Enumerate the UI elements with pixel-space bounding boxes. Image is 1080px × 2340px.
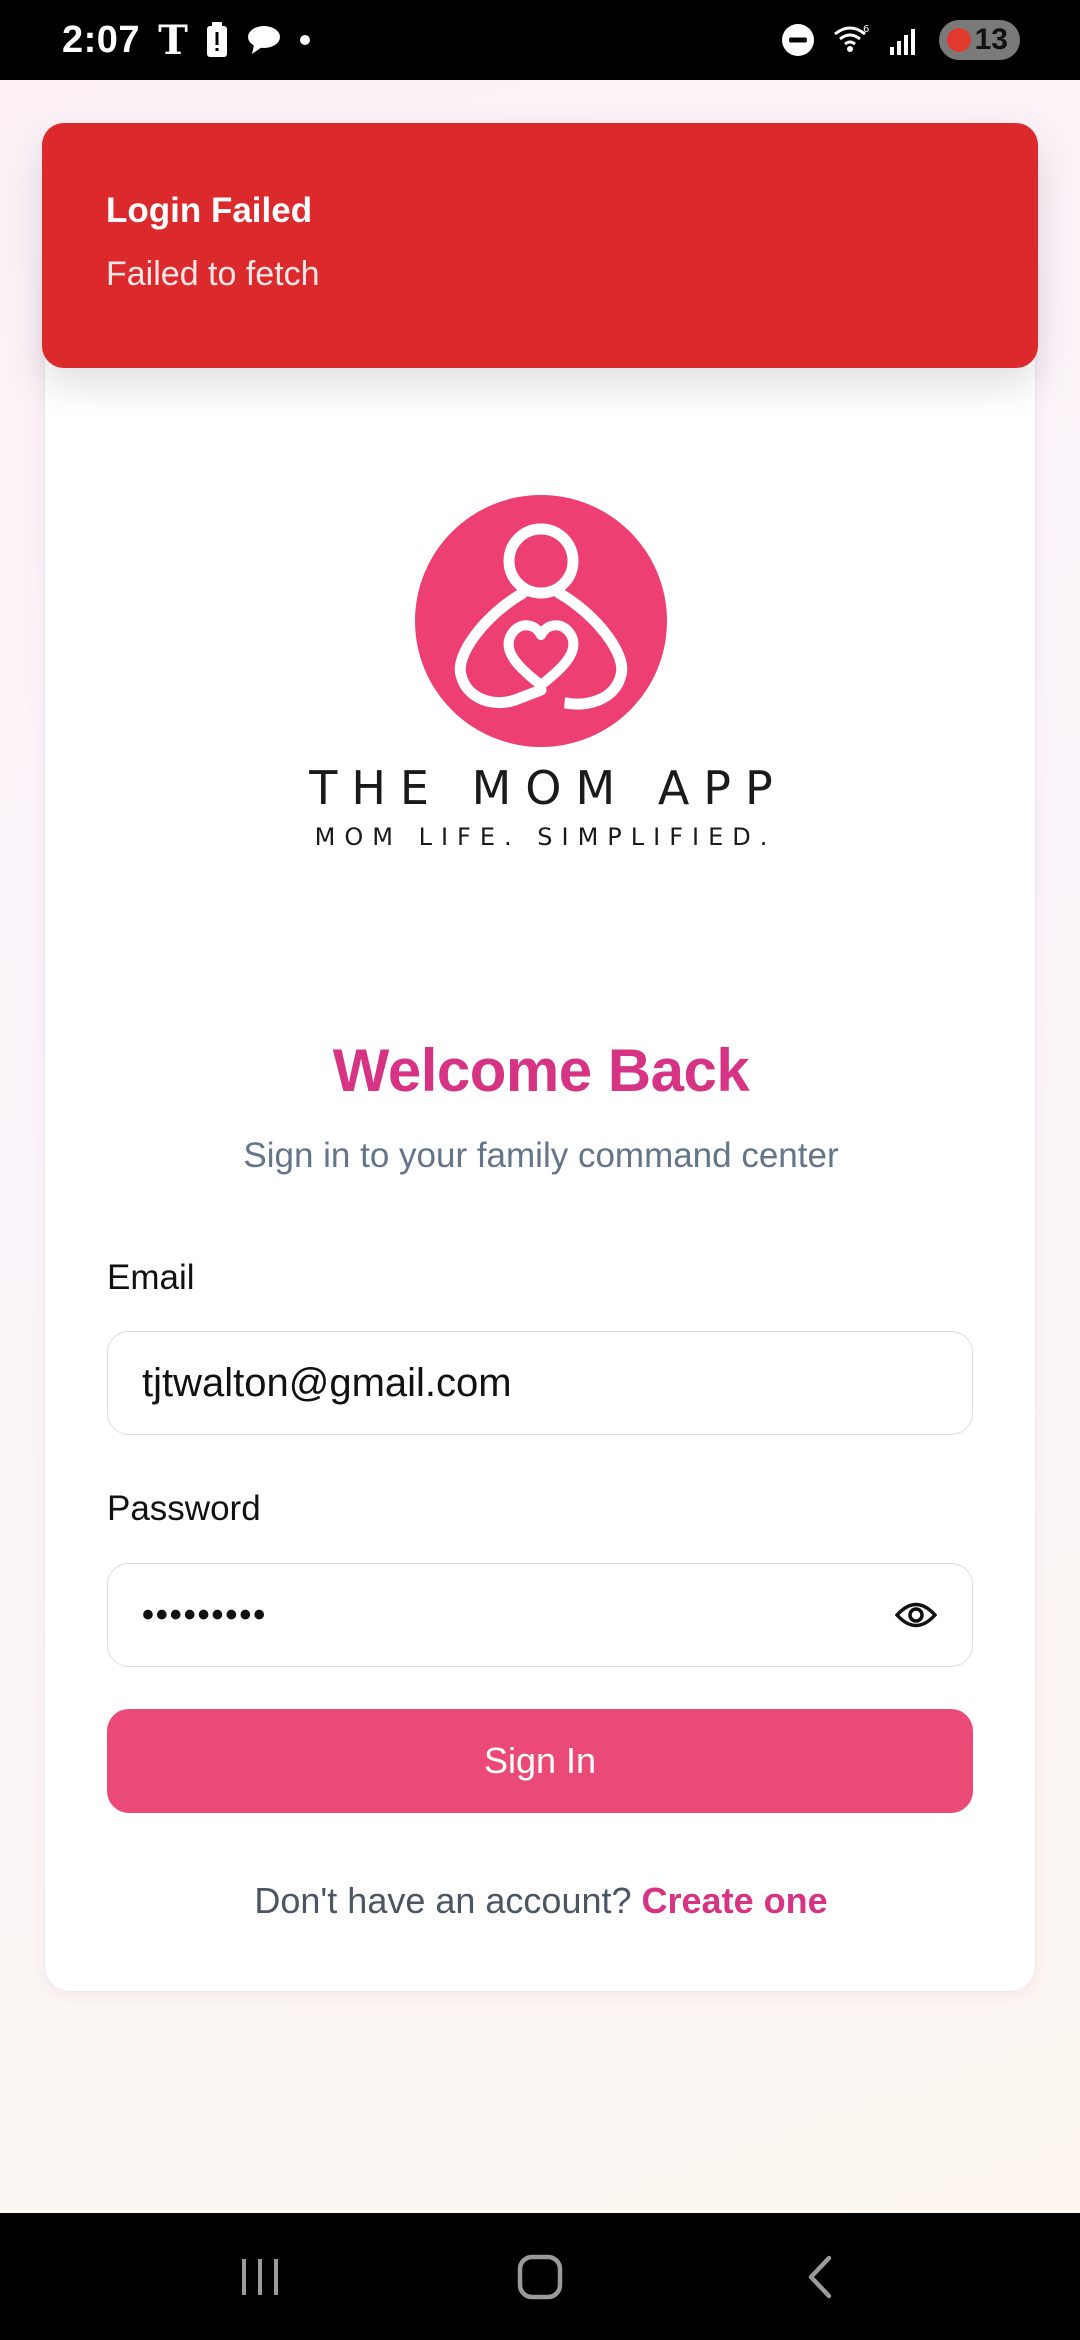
page-subtitle: Sign in to your family command center: [243, 1136, 839, 1175]
battery-icon: 13: [938, 20, 1020, 60]
show-password-eye-icon[interactable]: [894, 1593, 938, 1637]
back-icon[interactable]: [780, 2237, 860, 2317]
toast-title: Login Failed: [106, 191, 313, 230]
sign-in-button[interactable]: Sign In: [107, 1709, 973, 1813]
signal-icon: [889, 25, 921, 55]
svg-text:6: 6: [863, 24, 869, 35]
system-nav-bar: [0, 2213, 1080, 2340]
logo-title: THE MOM APP: [309, 761, 787, 815]
dot-icon: [299, 35, 310, 45]
dnd-icon: [781, 23, 815, 57]
status-time: 2:07: [62, 18, 141, 61]
password-field[interactable]: •••••••••: [107, 1563, 973, 1667]
create-account-link[interactable]: Create one: [642, 1880, 828, 1921]
signup-prompt-text: Don't have an account?: [254, 1880, 632, 1921]
error-toast[interactable]: Login Failed Failed to fetch: [42, 123, 1038, 368]
recents-icon[interactable]: [220, 2237, 300, 2317]
battery-saver-icon: [946, 28, 971, 52]
email-label: Email: [107, 1258, 195, 1297]
password-label: Password: [107, 1489, 261, 1528]
battery-alert-icon: [206, 22, 228, 58]
email-value: tjtwalton@gmail.com: [142, 1360, 512, 1405]
chat-icon: [246, 24, 282, 56]
page-title: Welcome Back: [332, 1037, 750, 1104]
logo-tagline: MOM LIFE. SIMPLIFIED.: [314, 823, 777, 851]
battery-level: 13: [974, 23, 1008, 56]
password-value: •••••••••: [142, 1595, 268, 1634]
toast-message: Failed to fetch: [106, 255, 320, 293]
status-right: 6 13: [781, 20, 1020, 60]
home-icon[interactable]: [500, 2237, 580, 2317]
status-bar: 2:07 T 6 13: [0, 0, 1080, 80]
login-card: THE MOM APP MOM LIFE. SIMPLIFIED. Welcom…: [44, 250, 1036, 1992]
signup-prompt: Don't have an account? Create one: [45, 1880, 1037, 1922]
mom-app-logo-icon: [415, 495, 667, 747]
tmobile-icon: T: [158, 16, 188, 64]
wifi-icon: 6: [833, 24, 871, 56]
status-left: 2:07 T: [62, 17, 310, 64]
email-field[interactable]: tjtwalton@gmail.com: [107, 1331, 973, 1435]
